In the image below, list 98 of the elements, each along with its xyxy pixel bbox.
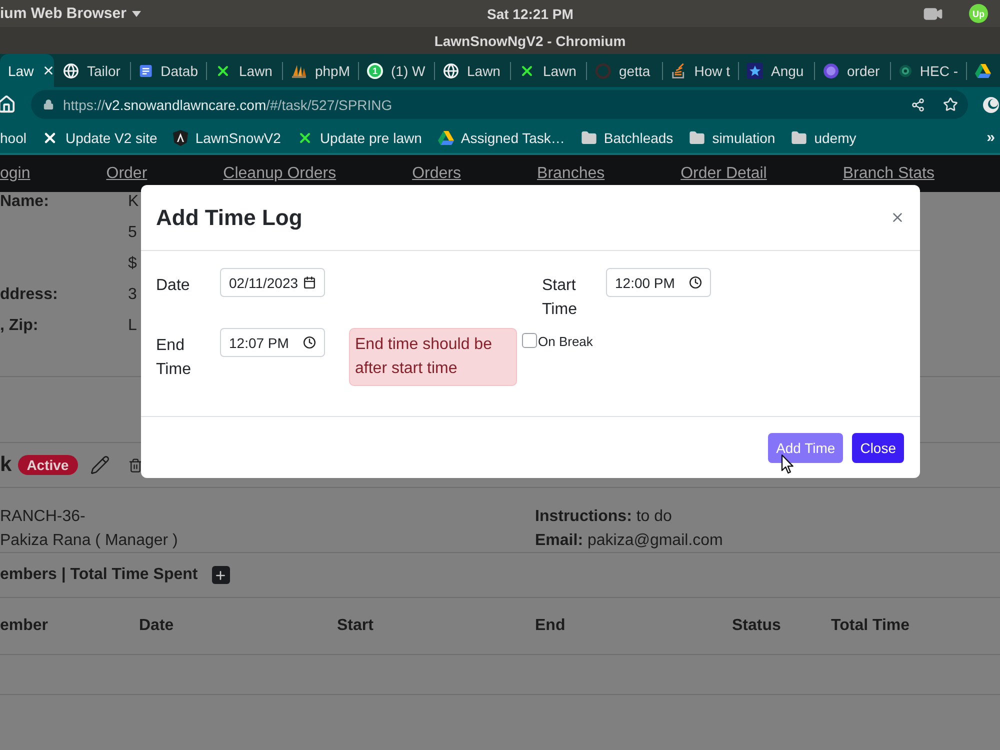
nav-link[interactable]: Orders (412, 164, 462, 182)
nav-link[interactable]: Branches (537, 164, 605, 182)
bookmark-link[interactable]: Batchleads (604, 130, 674, 146)
close-dialog-button[interactable]: Close (852, 432, 904, 462)
orb-icon (823, 62, 839, 78)
folder-icon (791, 130, 808, 146)
mouse-pointer-icon (781, 454, 794, 474)
detail-value: 5 (128, 224, 138, 242)
star-icon (747, 62, 763, 78)
members-heading: embers | Total Time Spent (0, 566, 198, 584)
checkbox-label: On Break (538, 333, 593, 351)
browser-tab[interactable]: Law (0, 54, 54, 87)
browser-tab[interactable]: phpM (283, 54, 358, 87)
folder-icon (580, 130, 597, 146)
field-label: Date (156, 276, 191, 296)
assignment-note: Email: pakiza@gmail.com (535, 531, 724, 551)
clock-text[interactable]: Sat 12:21 PM (487, 6, 574, 22)
column-header: Start (337, 617, 374, 635)
browser-tab[interactable]: How t (663, 54, 738, 87)
detail-label: ddress: (0, 286, 59, 304)
caret-icon (132, 10, 142, 16)
browser-tab[interactable]: HEC - (891, 54, 966, 87)
nav-link[interactable]: Branch Stats (842, 164, 934, 182)
bookmark-link[interactable]: hool (0, 130, 26, 146)
clock-icon (303, 336, 316, 349)
stacked-bars-icon (671, 62, 686, 78)
column-header: Date (139, 617, 175, 635)
triangle-icon (438, 130, 454, 144)
assignment-text: RANCH-36- (0, 507, 86, 527)
on-break-checkbox[interactable] (522, 333, 537, 348)
detail-value: $ (128, 255, 138, 273)
nav-link[interactable]: ogin (0, 164, 30, 182)
dialog-title: Add Time Log (156, 204, 302, 230)
bookmark-link[interactable]: simulation (712, 130, 776, 146)
detail-value: L (128, 317, 138, 335)
more-bookmarks-button[interactable]: » (986, 129, 995, 146)
browser-tab[interactable]: 1 (1) W (359, 54, 434, 87)
share-button[interactable] (911, 98, 925, 112)
browser-tab[interactable]: Angu (739, 54, 814, 87)
column-header: Status (732, 617, 782, 635)
nav-link[interactable]: Order (106, 164, 148, 182)
app-menu[interactable]: ium Web Browser (0, 5, 126, 22)
close-button[interactable] (890, 210, 905, 225)
assignment-note: Instructions: to do (535, 507, 673, 527)
plus-icon (214, 568, 228, 582)
time-input[interactable]: 12:07 PM (220, 328, 325, 357)
edit-button[interactable] (90, 455, 110, 475)
bookmark-link[interactable]: LawnSnowV2 (195, 130, 281, 146)
globe-icon (63, 62, 79, 78)
address-field[interactable]: https://v2.snowandlawncare.com/#/task/527/SPRING (31, 90, 968, 119)
close-tab-button[interactable] (42, 64, 55, 77)
nav-link[interactable]: Cleanup Orders (223, 164, 336, 182)
home-button[interactable] (0, 95, 16, 114)
status-badge: Active (18, 455, 78, 475)
browser-tab[interactable]: getta (587, 54, 662, 87)
detail-label: , Zip: (0, 317, 40, 335)
bookmark-star-button[interactable] (943, 97, 958, 112)
field-label: End Time (156, 336, 192, 380)
add-member-button[interactable] (212, 566, 230, 584)
browser-tab[interactable]: Lawn (435, 54, 510, 87)
bookmark-link[interactable]: Assigned Task… (460, 130, 565, 146)
time-input[interactable]: 12:00 PM (606, 268, 711, 297)
browser-tab[interactable]: Lawn (207, 54, 282, 87)
error-message: End time should be after start time (349, 328, 517, 386)
shield-icon (173, 130, 188, 146)
bookmark-link[interactable]: udemy (814, 130, 856, 146)
profile-button[interactable] (983, 96, 999, 112)
date-input[interactable]: 02/11/2023 (220, 268, 325, 297)
bookmark-link[interactable]: Update V2 site (65, 130, 158, 146)
detail-value: 3 (128, 286, 138, 304)
browser-tab[interactable]: order (815, 54, 890, 87)
nav-link[interactable]: Order Detail (680, 164, 767, 182)
detail-value: K (128, 193, 140, 211)
browser-tab[interactable]: Lawn (511, 54, 586, 87)
browser-tab[interactable]: Datab (131, 54, 206, 87)
url-text: https://v2.snowandlawncare.com/#/task/527/SPRING (63, 96, 392, 112)
field-label: Start Time (542, 276, 578, 320)
emblem-icon (899, 62, 912, 78)
browser-tab[interactable]: Tailor (55, 54, 130, 87)
detail-label: Name: (0, 193, 50, 211)
globe-icon (443, 62, 459, 78)
column-header: End (535, 617, 566, 635)
ring-icon (595, 62, 611, 78)
column-header: Total Time (831, 617, 911, 635)
delete-button[interactable] (128, 458, 143, 472)
calendar-icon (303, 276, 316, 289)
folder-icon (689, 130, 706, 146)
assignment-text: Pakiza Rana ( Manager ) (0, 531, 179, 551)
lock-icon (43, 99, 54, 110)
column-header: ember (0, 617, 50, 635)
task-title: k (0, 453, 12, 477)
sails-icon (291, 62, 307, 78)
window-title: LawnSnowNgV2 - Chromium (434, 32, 626, 48)
clock-icon (689, 276, 702, 289)
triangle-icon (975, 64, 991, 78)
document-icon (139, 62, 153, 78)
chat-badge-icon: 1 (367, 62, 383, 78)
bookmark-link[interactable]: Update pre lawn (320, 130, 422, 146)
